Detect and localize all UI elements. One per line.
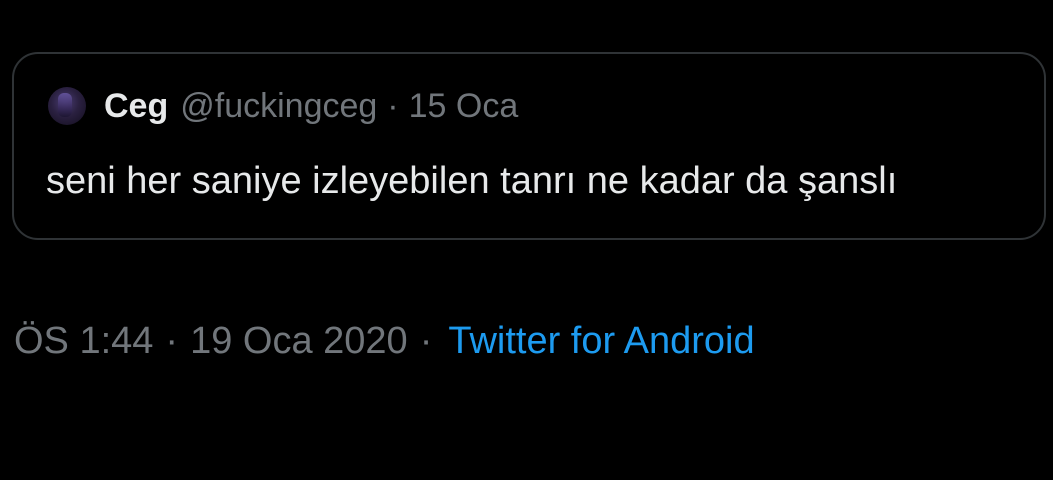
quoted-tweet-header: Ceg @fuckingceg · 15 Oca [48,80,518,132]
display-name[interactable]: Ceg [104,87,168,126]
separator-dot: · [419,320,433,362]
tweet-date[interactable]: 19 Oca 2020 [190,320,408,363]
tweet-source-link[interactable]: Twitter for Android [448,320,754,363]
quoted-tweet-text: seni her saniye izleyebilen tanrı ne kad… [46,160,898,202]
avatar[interactable] [48,87,86,125]
separator-dot: · [387,86,399,125]
tweet-metadata: ÖS 1:44 · 19 Oca 2020 · Twitter for Andr… [14,320,755,363]
quoted-tweet-card[interactable]: Ceg @fuckingceg · 15 Oca seni her saniye… [12,52,1046,240]
tweet-time[interactable]: ÖS 1:44 [14,320,153,363]
separator-dot: · [165,320,179,362]
user-handle[interactable]: @fuckingceg [180,87,377,126]
quoted-tweet-date[interactable]: 15 Oca [409,87,519,126]
